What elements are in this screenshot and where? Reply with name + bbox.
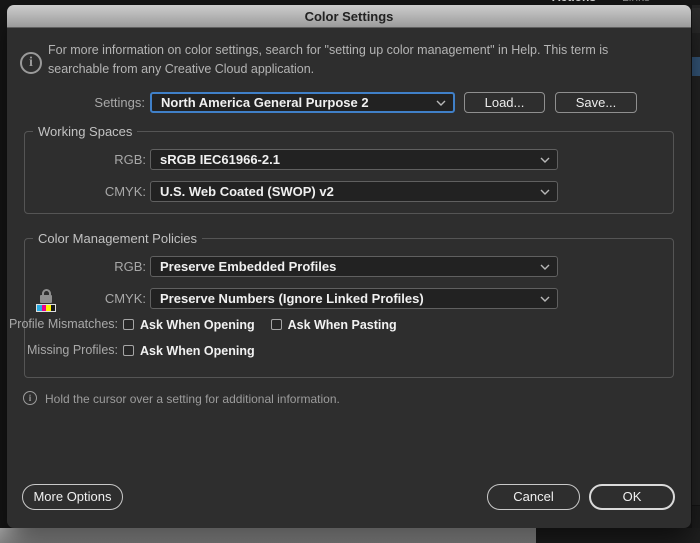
ws-rgb-select[interactable]: sRGB IEC61966-2.1 — [150, 149, 558, 170]
pol-cmyk-select[interactable]: Preserve Numbers (Ignore Linked Profiles… — [150, 288, 558, 309]
missing-ask-when-opening-label: Ask When Opening — [140, 344, 255, 358]
policies-legend: Color Management Policies — [33, 230, 202, 247]
background-tab-links[interactable]: Links — [622, 0, 650, 4]
screen: Actions Links Color Settings i For more … — [0, 0, 700, 543]
save-button[interactable]: Save... — [555, 92, 637, 113]
background-panel-edge — [692, 5, 700, 543]
chevron-down-icon — [540, 157, 550, 163]
ok-button[interactable]: OK — [589, 484, 675, 510]
info-banner: For more information on color settings, … — [48, 41, 678, 79]
missing-profiles-label: Missing Profiles: — [7, 340, 118, 361]
load-button[interactable]: Load... — [464, 92, 545, 113]
chevron-down-icon — [540, 264, 550, 270]
ask-when-pasting-checkbox[interactable] — [271, 319, 282, 330]
settings-value: North America General Purpose 2 — [152, 95, 436, 110]
settings-label: Settings: — [27, 92, 145, 113]
hint-text: Hold the cursor over a setting for addit… — [45, 392, 340, 406]
dialog-title: Color Settings — [305, 9, 394, 24]
color-settings-dialog: Color Settings i For more information on… — [7, 5, 691, 528]
ws-rgb-value: sRGB IEC61966-2.1 — [151, 152, 540, 167]
profile-mismatches-label: Profile Mismatches: — [7, 314, 118, 335]
info-circle-icon-small: i — [23, 391, 37, 405]
more-options-button[interactable]: More Options — [22, 484, 123, 510]
pol-cmyk-value: Preserve Numbers (Ignore Linked Profiles… — [151, 291, 540, 306]
missing-profiles-row: Ask When Opening — [123, 343, 271, 358]
ws-cmyk-select[interactable]: U.S. Web Coated (SWOP) v2 — [150, 181, 558, 202]
chevron-down-icon — [540, 189, 550, 195]
ws-cmyk-value: U.S. Web Coated (SWOP) v2 — [151, 184, 540, 199]
ws-cmyk-label: CMYK: — [47, 181, 146, 202]
pol-rgb-select[interactable]: Preserve Embedded Profiles — [150, 256, 558, 277]
ask-when-opening-label: Ask When Opening — [140, 318, 255, 332]
info-line-1: For more information on color settings, … — [48, 41, 678, 60]
panel-selected-row — [692, 57, 700, 76]
ask-when-pasting-label: Ask When Pasting — [288, 318, 397, 332]
settings-select[interactable]: North America General Purpose 2 — [150, 92, 455, 113]
profile-mismatches-row: Ask When Opening Ask When Pasting — [123, 317, 413, 332]
working-spaces-legend: Working Spaces — [33, 123, 137, 140]
info-line-2: searchable from any Creative Cloud appli… — [48, 60, 678, 79]
chevron-down-icon — [436, 100, 446, 106]
pol-rgb-label: RGB: — [47, 256, 146, 277]
ws-rgb-label: RGB: — [47, 149, 146, 170]
pol-cmyk-label: CMYK: — [47, 288, 146, 309]
cancel-button[interactable]: Cancel — [487, 484, 580, 510]
chevron-down-icon — [540, 296, 550, 302]
background-document-edge — [0, 528, 536, 543]
background-panel-bottom — [536, 528, 700, 543]
panel-row — [692, 8, 700, 33]
missing-ask-when-opening-checkbox[interactable] — [123, 345, 134, 356]
info-circle-icon: i — [20, 52, 42, 74]
ask-when-opening-checkbox[interactable] — [123, 319, 134, 330]
pol-rgb-value: Preserve Embedded Profiles — [151, 259, 540, 274]
background-tab-actions[interactable]: Actions — [552, 0, 596, 4]
dialog-titlebar[interactable]: Color Settings — [7, 5, 691, 28]
